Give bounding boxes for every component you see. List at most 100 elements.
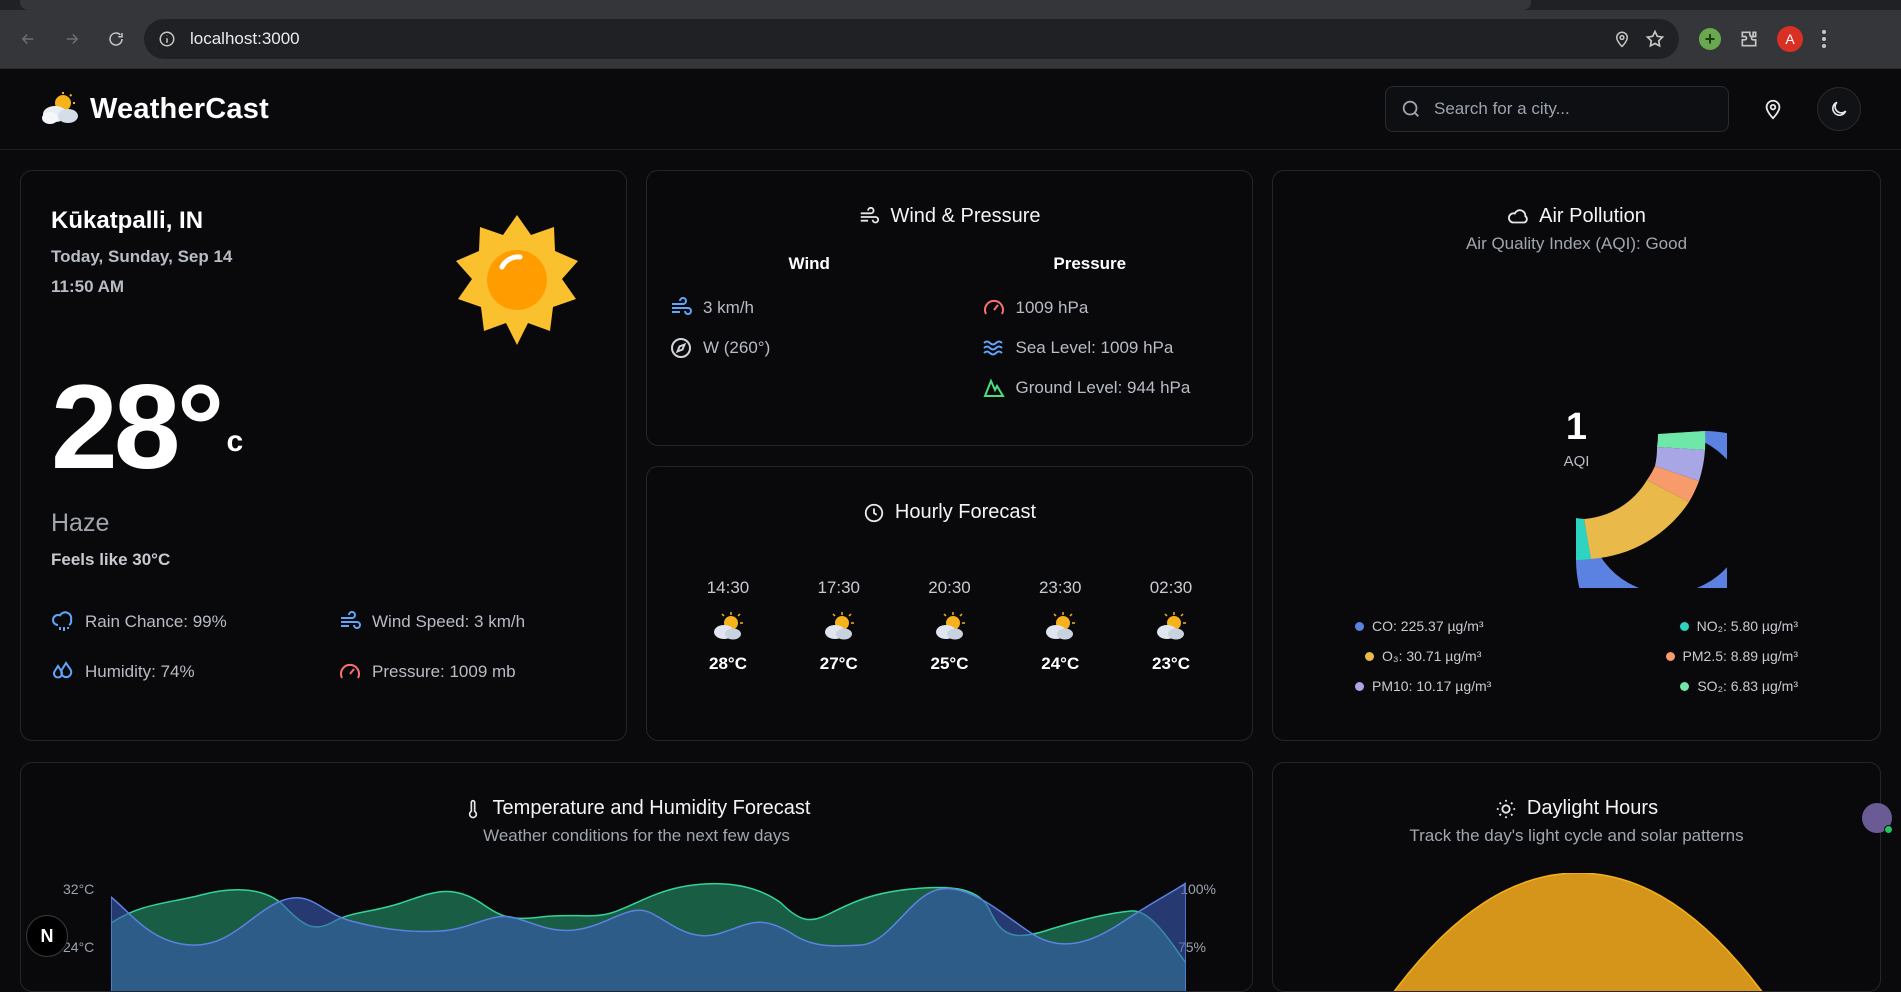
hourly-temp: 23°C (1152, 654, 1190, 673)
temp-chart-title: Temperature and Humidity Forecast (43, 797, 1230, 820)
hourly-temp: 24°C (1041, 654, 1080, 673)
sea-level-value: Sea Level: 1009 hPa (1015, 338, 1174, 357)
pressure-row: 1009 hPa (982, 288, 1231, 328)
wind-speed-row: 3 km/h (669, 288, 950, 328)
pressure-heading: Pressure (1053, 254, 1127, 273)
daylight-arc (1393, 873, 1763, 991)
left-axis-top-tick: 32°C (63, 881, 95, 897)
city-search[interactable] (1385, 86, 1729, 132)
extension-plus-icon[interactable]: + (1699, 28, 1721, 50)
legend-label: O₃: 30.71 µg/m³ (1382, 648, 1482, 664)
hourly-item: 14:30 28°C (693, 578, 763, 674)
hourly-time: 17:30 (817, 578, 861, 597)
aqi-subtitle: Air Quality Index (AQI): Good (1465, 234, 1688, 253)
address-bar[interactable]: localhost:3000 (144, 19, 1679, 59)
hourly-temp: 28°C (709, 654, 747, 673)
partly-cloudy-icon (935, 612, 965, 640)
legend-item[interactable]: O₃: 30.71 µg/m³ (1355, 648, 1577, 664)
assistant-avatar[interactable] (1862, 803, 1893, 834)
temp-humidity-card: Temperature and Humidity Forecast Weathe… (20, 762, 1253, 992)
compass-icon (671, 338, 691, 358)
hourly-time: 02:30 (1149, 578, 1193, 597)
online-indicator (1884, 825, 1893, 834)
url-text[interactable]: localhost:3000 (190, 29, 1599, 49)
left-axis-bottom-tick: 24°C (63, 939, 95, 955)
mountain-icon (983, 378, 1005, 397)
humidity-text: Humidity: 74% (85, 662, 195, 681)
hourly-temp: 27°C (819, 654, 858, 673)
legend-label: PM10: 10.17 µg/m³ (1372, 678, 1492, 694)
legend-item[interactable]: NO₂: 5.80 µg/m³ (1577, 618, 1798, 634)
sea-level-row: Sea Level: 1009 hPa (982, 328, 1231, 368)
legend-label: CO: 225.37 µg/m³ (1372, 618, 1484, 634)
wind-column: Wind 3 km/h W (260°) (669, 254, 950, 408)
waves-icon (982, 340, 1003, 356)
daylight-arc-chart (1393, 873, 1763, 991)
hourly-temp: 25°C (930, 654, 969, 673)
sun-small-icon (1496, 799, 1516, 818)
partly-cloudy-icon (714, 612, 743, 640)
site-info-icon[interactable] (158, 30, 176, 48)
pressure-text: Pressure: 1009 mb (372, 662, 516, 681)
clock-icon (864, 503, 884, 522)
aqi-donut-chart: 1 AQI (1427, 288, 1832, 687)
hourly-forecast-card: Hourly Forecast 14:30 28°C 17:30 27°C 20:30 2… (646, 466, 1253, 741)
ground-level-row: Ground Level: 944 hPa (982, 368, 1231, 408)
legend-dot (1665, 651, 1675, 661)
app-header: WeatherCast (0, 69, 1901, 150)
partly-cloudy-icon (1046, 612, 1076, 640)
brand[interactable]: WeatherCast (40, 92, 269, 126)
wind-speed-value: 3 km/h (703, 298, 755, 317)
current-location-button[interactable] (1751, 87, 1795, 131)
wind-icon (341, 611, 361, 629)
humidity: Humidity: 74% (51, 660, 338, 684)
pressure: Pressure: 1009 mb (338, 660, 625, 684)
partly-cloudy-icon (1157, 612, 1186, 640)
wind-speed: Wind Speed: 3 km/h (338, 610, 625, 634)
search-input[interactable] (1434, 99, 1714, 119)
hourly-list: 14:30 28°C 17:30 27°C 20:30 25°C 23:30 24°C 02:3… (669, 578, 1230, 674)
extensions-puzzle-icon[interactable] (1739, 29, 1759, 49)
temp-chart-subtitle: Weather conditions for the next few days (483, 826, 790, 845)
more-menu-icon[interactable] (1821, 29, 1827, 49)
current-weather-card: Kūkatpalli, IN Today, Sunday, Sep 14 11:… (20, 170, 627, 741)
weather-logo-icon (42, 92, 78, 124)
pressure-value: 1009 hPa (1015, 298, 1089, 317)
hourly-item: 17:30 27°C (804, 578, 874, 674)
daylight-card: Daylight Hours Track the day's light cyc… (1272, 762, 1881, 992)
location-pin-icon[interactable] (1613, 30, 1631, 48)
temp-chart-title-text: Temperature and Humidity Forecast (492, 797, 811, 819)
aqi-center: 1 AQI (1427, 288, 1727, 588)
bookmark-star-icon[interactable] (1645, 29, 1665, 49)
arrow-right-icon (66, 33, 79, 45)
legend-dot (1355, 681, 1364, 691)
air-title: Air Pollution (1295, 205, 1858, 228)
hourly-item: 23:30 24°C (1025, 578, 1095, 674)
legend-item[interactable]: SO₂: 6.83 µg/m³ (1577, 678, 1798, 694)
hourly-time: 20:30 (928, 578, 971, 597)
daylight-title-text: Daylight Hours (1526, 797, 1659, 819)
hourly-item: 02:30 23°C (1136, 578, 1206, 674)
legend-item[interactable]: PM10: 10.17 µg/m³ (1355, 678, 1577, 694)
wind-icon (861, 206, 880, 223)
legend-item[interactable]: PM2.5: 8.89 µg/m³ (1577, 648, 1798, 664)
back-button[interactable] (12, 23, 44, 55)
browser-toolbar: localhost:3000 + A (0, 10, 1901, 69)
forward-button[interactable] (56, 23, 88, 55)
profile-avatar[interactable]: A (1777, 26, 1803, 52)
wind-pressure-title: Wind & Pressure (669, 205, 1230, 228)
reload-button[interactable] (100, 23, 132, 55)
legend-label: PM2.5: 8.89 µg/m³ (1682, 648, 1798, 664)
daylight-title: Daylight Hours (1295, 797, 1858, 820)
active-tab[interactable] (20, 0, 1531, 10)
theme-toggle-button[interactable] (1817, 87, 1861, 131)
arrow-left-icon (21, 33, 34, 45)
legend-label: SO₂: 6.83 µg/m³ (1697, 678, 1798, 694)
hourly-title-text: Hourly Forecast (894, 501, 1037, 523)
cloud-rain-icon (52, 611, 73, 631)
legend-item[interactable]: CO: 225.37 µg/m³ (1355, 618, 1577, 634)
nextjs-dev-badge[interactable]: N (26, 915, 68, 957)
wind-icon (672, 297, 692, 315)
map-pin-icon (1765, 99, 1781, 120)
wind-pressure-card: Wind & Pressure Wind 3 km/h W (260°) Pre… (646, 170, 1253, 446)
